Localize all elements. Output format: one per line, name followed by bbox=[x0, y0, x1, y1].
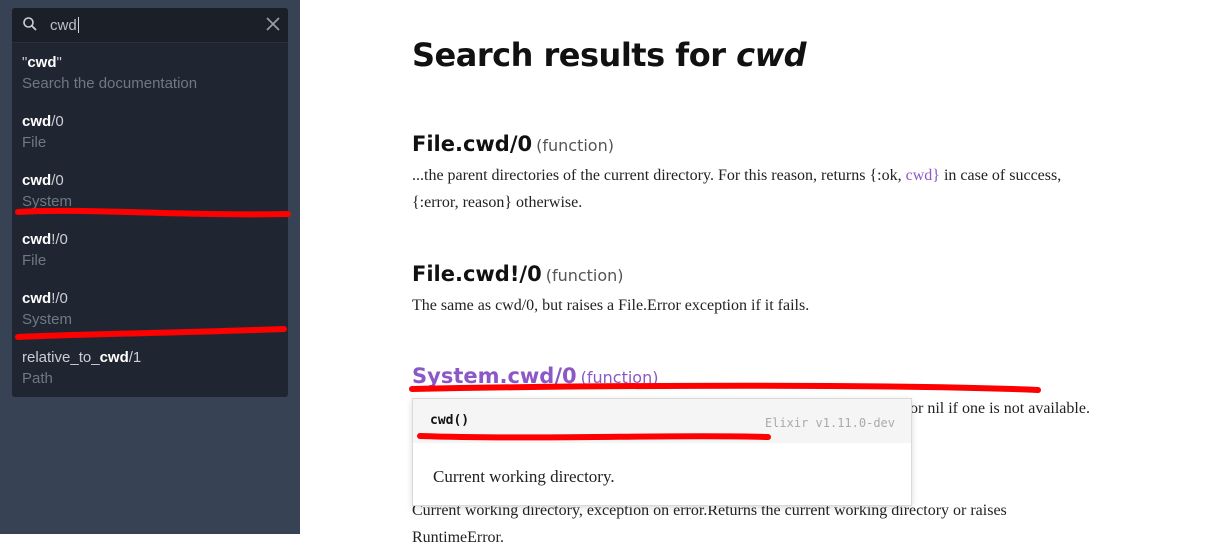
close-icon[interactable] bbox=[266, 17, 280, 31]
result-title-file-cwd-bang[interactable]: File.cwd!/0 (function) bbox=[412, 262, 624, 286]
tooltip-header: cwd() Elixir v1.11.0-dev bbox=[413, 399, 911, 443]
suggestion-subtitle: File bbox=[22, 252, 47, 269]
suggestion-item[interactable]: cwd!/0 System bbox=[22, 289, 278, 330]
suggestion-item[interactable]: "cwd" Search the documentation bbox=[22, 53, 278, 94]
suggestion-subtitle: Path bbox=[22, 370, 53, 387]
search-input[interactable]: cwd bbox=[50, 17, 79, 34]
version-label: Elixir v1.11.0-dev bbox=[764, 416, 895, 430]
search-bar[interactable]: cwd bbox=[12, 8, 288, 43]
result-title-file-cwd[interactable]: File.cwd/0 (function) bbox=[412, 132, 614, 156]
suggestion-subtitle: System bbox=[22, 311, 73, 328]
main-content: Search results for cwd File.cwd/0 (functi… bbox=[300, 0, 1224, 546]
suggestion-title: "cwd" bbox=[22, 54, 62, 71]
search-panel: cwd "cwd" Search the documentation cwd/0… bbox=[12, 8, 288, 397]
suggestion-subtitle: System bbox=[22, 193, 73, 210]
result-excerpt: y or nil if one is not available. bbox=[898, 400, 1090, 417]
result-excerpt: ...the parent directories of the current… bbox=[412, 167, 1062, 211]
suggestion-item[interactable]: cwd/0 System bbox=[22, 171, 278, 212]
suggestion-item[interactable]: relative_to_cwd/1 Path bbox=[22, 348, 278, 389]
result-excerpt-link[interactable]: cwd} bbox=[906, 167, 940, 184]
suggestion-subtitle: File bbox=[22, 134, 47, 151]
search-query-text: cwd bbox=[50, 17, 77, 34]
function-signature: cwd() bbox=[430, 413, 470, 428]
suggestion-title: cwd/0 bbox=[22, 113, 64, 130]
result-title-system-cwd[interactable]: System.cwd/0 (function) bbox=[412, 364, 658, 388]
suggestion-title: cwd/0 bbox=[22, 172, 64, 189]
suggestion-title: cwd!/0 bbox=[22, 290, 68, 307]
suggestion-title: relative_to_cwd/1 bbox=[22, 349, 142, 366]
suggestion-item[interactable]: cwd/0 File bbox=[22, 112, 278, 153]
page-title: Search results for cwd bbox=[412, 36, 807, 74]
function-preview-tooltip: cwd() Elixir v1.11.0-dev Current working… bbox=[412, 398, 912, 506]
text-caret bbox=[77, 17, 79, 33]
suggestion-item[interactable]: cwd!/0 File bbox=[22, 230, 278, 271]
result-excerpt: The same as cwd/0, but raises a File.Err… bbox=[412, 297, 810, 314]
search-icon bbox=[23, 17, 37, 31]
function-description: Current working directory. bbox=[433, 467, 615, 486]
suggestion-title: cwd!/0 bbox=[22, 231, 68, 248]
suggestion-subtitle: Search the documentation bbox=[22, 75, 198, 92]
sidebar: cwd "cwd" Search the documentation cwd/0… bbox=[0, 0, 300, 534]
